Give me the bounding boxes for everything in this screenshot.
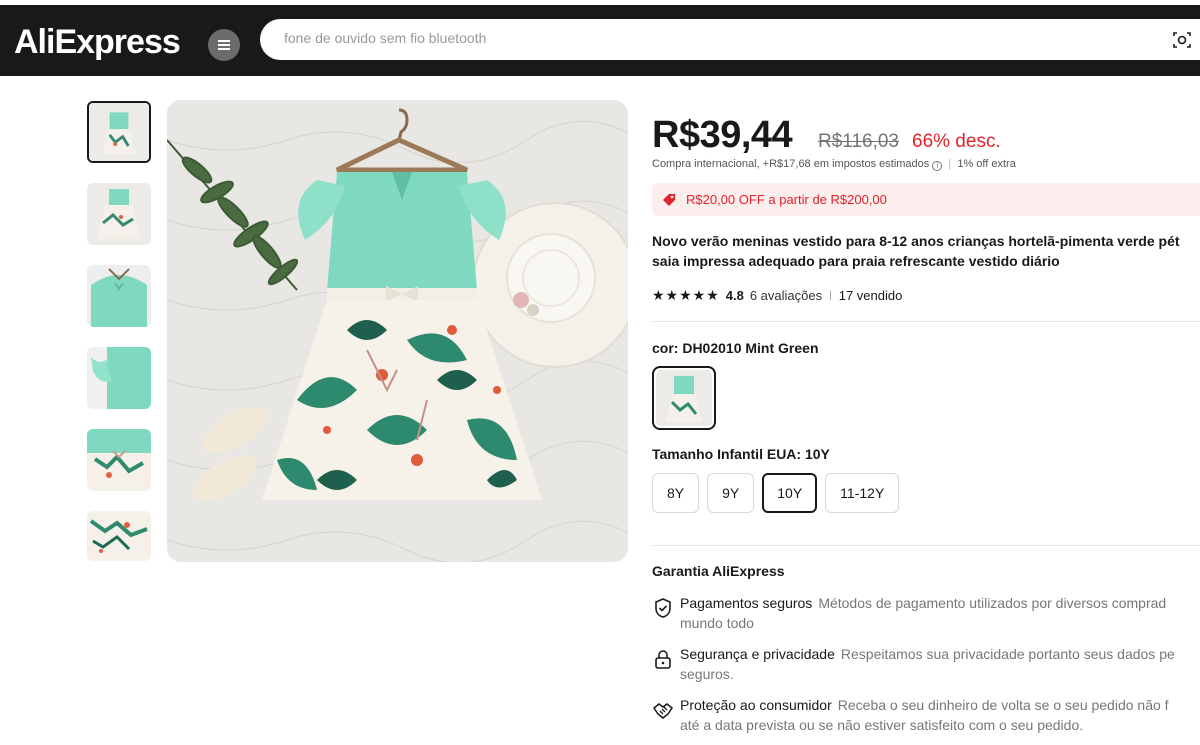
- separator: |: [948, 158, 952, 170]
- guarantee-desc-line2: seguros.: [680, 666, 734, 682]
- rating-row: ★★★★★ 4.8 6 avaliações | 17 vendido: [652, 287, 902, 304]
- guarantee-name: Proteção ao consumidor: [680, 697, 832, 713]
- extra-off-text: 1% off extra: [957, 158, 1016, 170]
- size-option-8y[interactable]: 8Y: [652, 473, 700, 513]
- header-bar: AliExpress: [0, 5, 1200, 76]
- guarantee-name: Segurança e privacidade: [680, 646, 835, 662]
- reviews-link[interactable]: 6 avaliações: [750, 288, 822, 303]
- menu-button[interactable]: [208, 29, 240, 61]
- star-rating-icon: ★★★★★: [652, 287, 720, 303]
- divider: [652, 545, 1200, 546]
- thumbnail-5[interactable]: [87, 429, 151, 491]
- search-bar[interactable]: [260, 19, 1200, 60]
- tax-note-text: Compra internacional, +R$17,68 em impost…: [652, 158, 930, 170]
- lock-icon: [655, 650, 671, 669]
- product-title-line2: saia impressa adequado para praia refres…: [652, 253, 1060, 269]
- divider: [652, 321, 1200, 322]
- guarantee-desc-line2: mundo todo: [680, 615, 754, 631]
- thumbnail-6[interactable]: [87, 511, 151, 561]
- guarantee-name: Pagamentos seguros: [680, 595, 813, 611]
- swatch-image: [656, 370, 712, 426]
- color-swatch-mint-green[interactable]: [652, 366, 716, 430]
- separator: |: [829, 290, 832, 301]
- size-option-9y[interactable]: 9Y: [707, 473, 755, 513]
- thumbnail-1[interactable]: [87, 101, 151, 163]
- main-product-image[interactable]: [167, 100, 628, 562]
- product-title: Novo verão meninas vestido para 8-12 ano…: [652, 231, 1200, 271]
- coupon-tag-icon: [663, 194, 675, 206]
- size-label: Tamanho Infantil EUA: 10Y: [652, 446, 830, 462]
- dress-photo: [167, 100, 628, 562]
- product-title-line1: Novo verão meninas vestido para 8-12 ano…: [652, 233, 1180, 249]
- hamburger-icon: [218, 44, 230, 46]
- current-price: R$39,44: [652, 114, 793, 156]
- original-price: R$116,03: [818, 131, 899, 152]
- thumbnail-3[interactable]: [87, 265, 151, 327]
- coupon-text: R$20,00 OFF a partir de R$200,00: [686, 192, 887, 207]
- size-option-10y[interactable]: 10Y: [762, 473, 818, 513]
- shield-check-icon: [655, 598, 671, 618]
- guarantee-desc-line1: Métodos de pagamento utilizados por dive…: [818, 595, 1167, 611]
- guarantee-desc-line2: até a data prevista ou se não estiver sa…: [680, 717, 1084, 733]
- sold-count: 17 vendido: [838, 288, 903, 303]
- guarantee-desc-line1: Receba o seu dinheiro de volta se o seu …: [837, 697, 1169, 713]
- tax-note: Compra internacional, +R$17,68 em impost…: [652, 158, 1016, 171]
- top-header: AliExpress: [0, 0, 1200, 76]
- handshake-icon: [652, 703, 674, 719]
- info-icon[interactable]: i: [932, 161, 943, 171]
- aliexpress-logo[interactable]: AliExpress: [14, 23, 181, 62]
- guarantee-desc-line1: Respeitamos sua privacidade portanto seu…: [840, 646, 1175, 662]
- size-options: 8Y 9Y 10Y 11-12Y: [652, 473, 900, 513]
- color-label: cor: DH02010 Mint Green: [652, 340, 819, 356]
- discount-badge: 66% desc.: [912, 131, 1001, 152]
- guarantee-title: Garantia AliExpress: [652, 563, 785, 579]
- rating-score: 4.8: [725, 288, 744, 303]
- size-option-11-12y[interactable]: 11-12Y: [825, 473, 900, 513]
- thumbnail-4[interactable]: [87, 347, 151, 409]
- image-search-icon[interactable]: [1172, 30, 1192, 50]
- coupon-banner[interactable]: R$20,00 OFF a partir de R$200,00: [652, 183, 1200, 216]
- search-input[interactable]: [284, 30, 1144, 46]
- thumbnail-2[interactable]: [87, 183, 151, 245]
